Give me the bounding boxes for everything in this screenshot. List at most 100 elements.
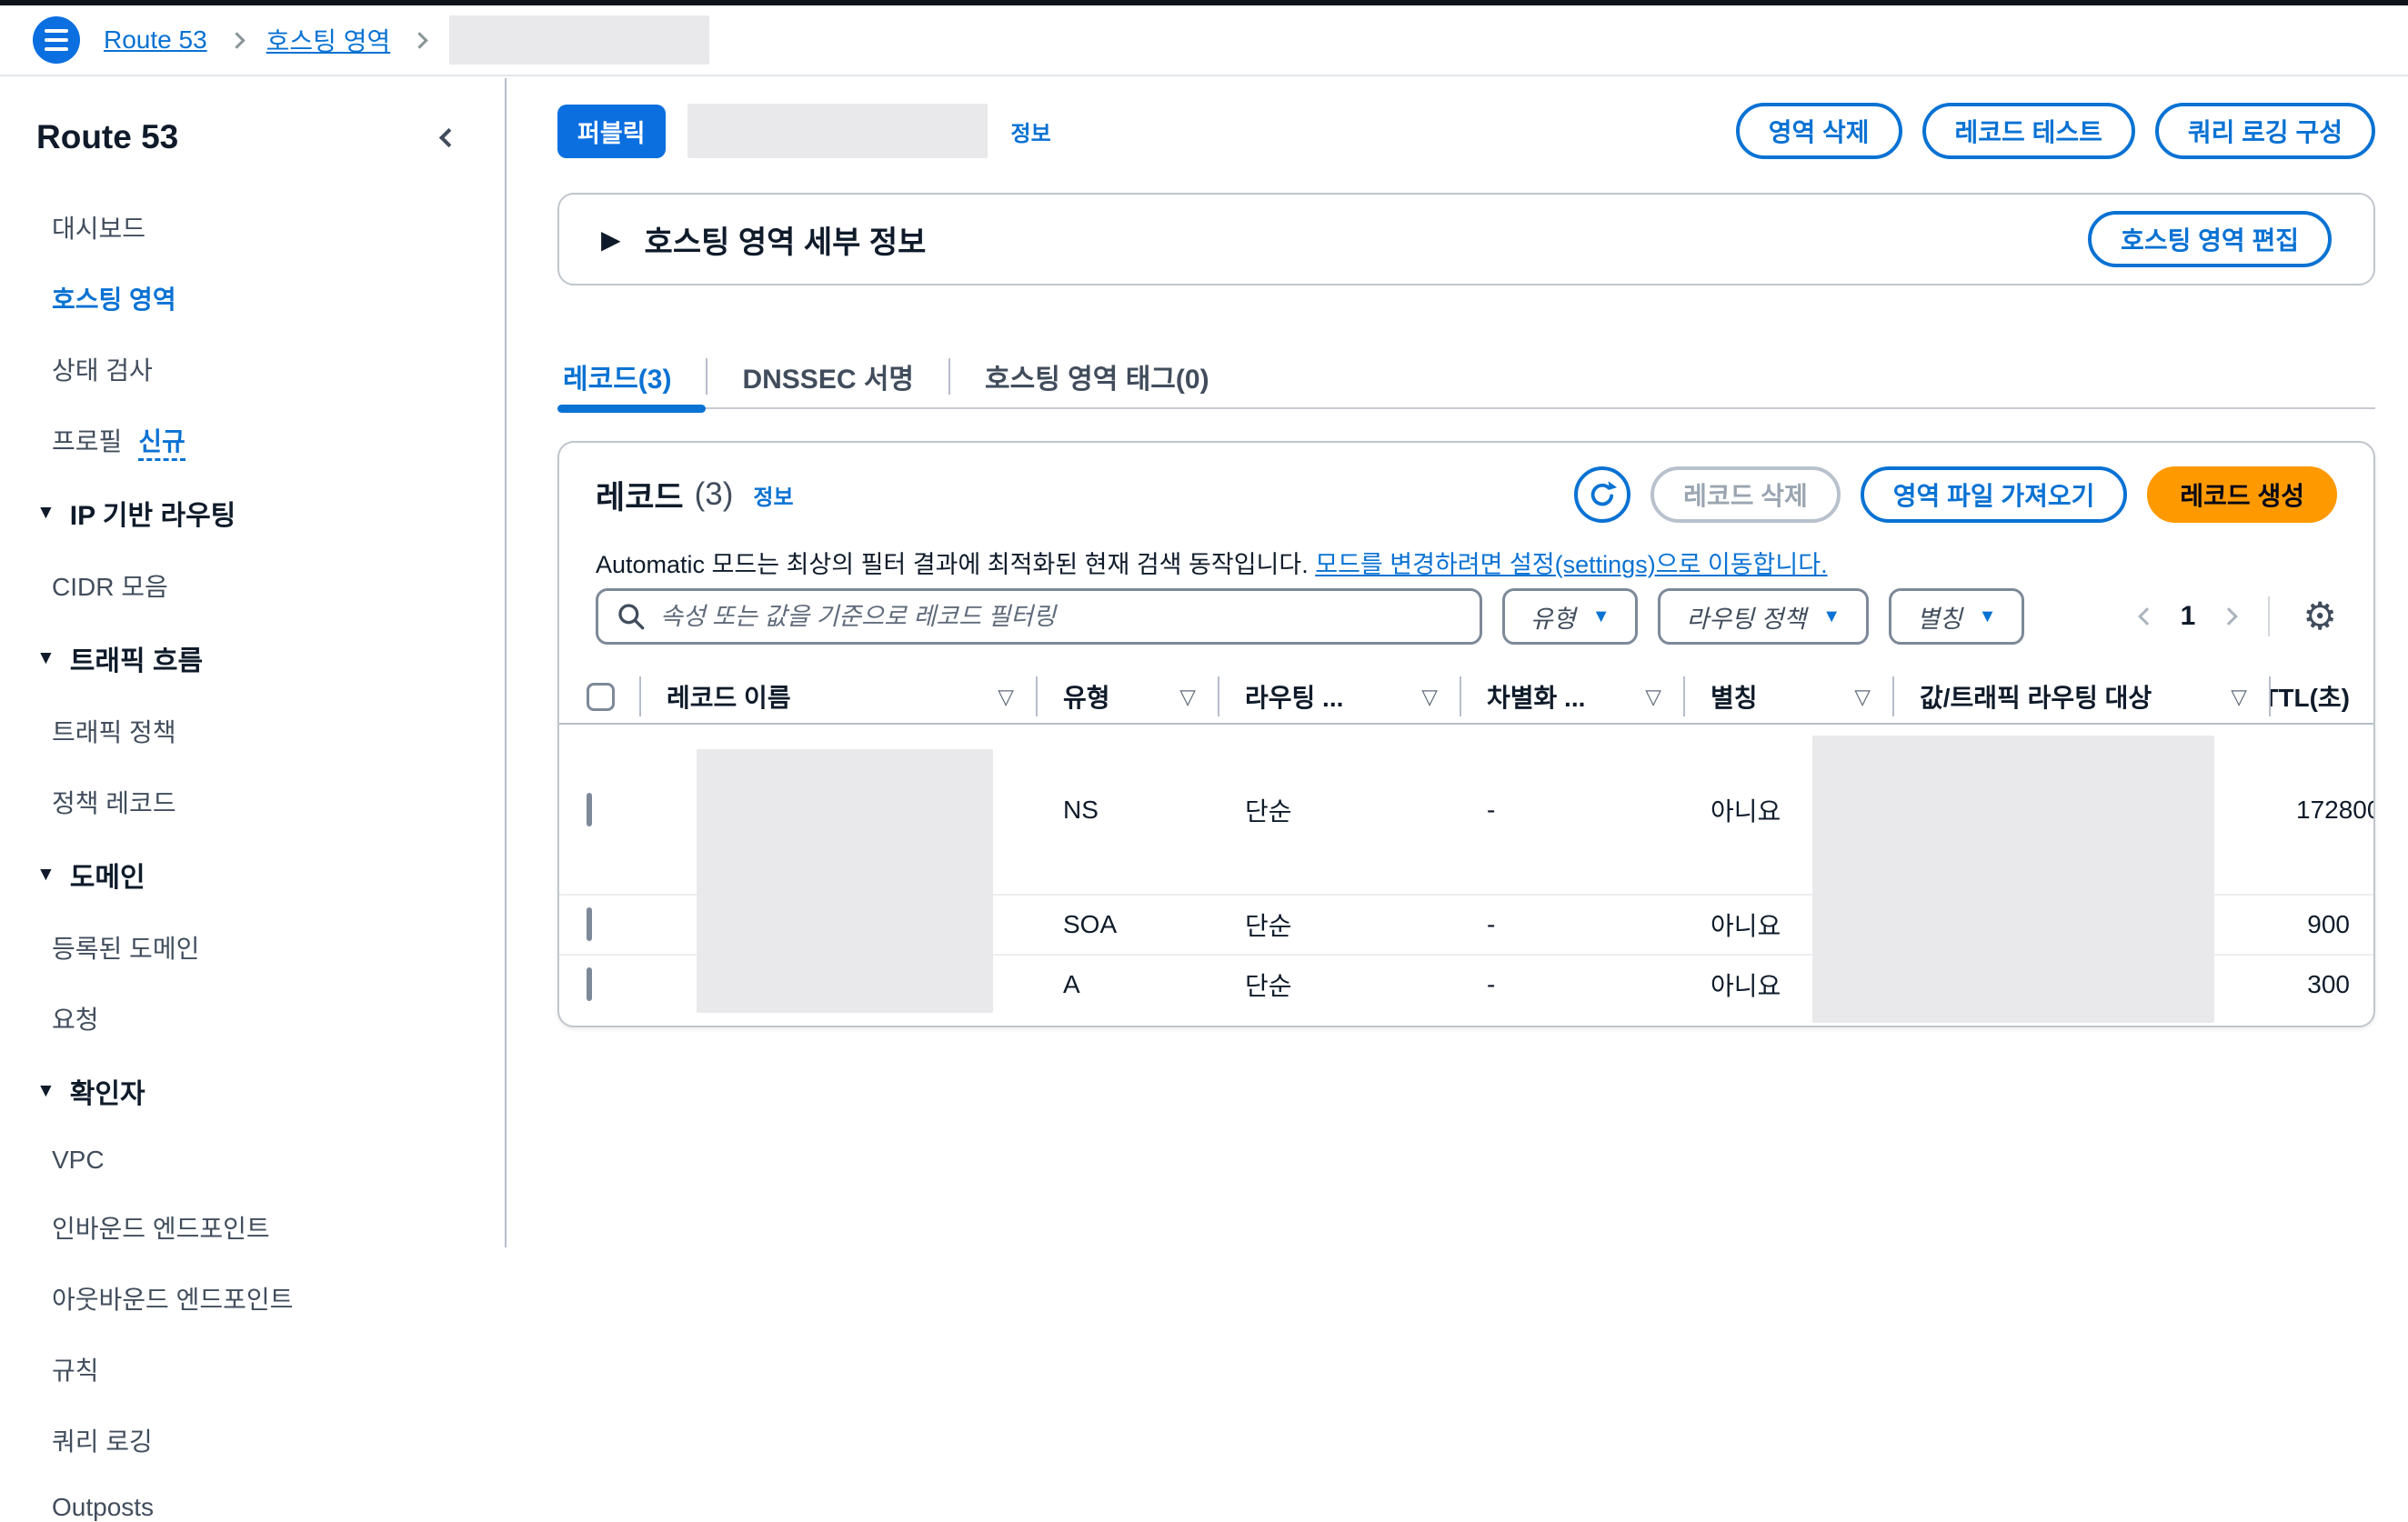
page-number[interactable]: 1 <box>2181 601 2196 632</box>
record-names-redacted <box>697 749 993 1013</box>
column-label: 유형 <box>1063 678 1110 715</box>
sidebar-item-traffic-policies[interactable]: 트래픽 정책 <box>36 713 468 749</box>
new-badge[interactable]: 신규 <box>138 427 186 461</box>
tab-zone-tags[interactable]: 호스팅 영역 태그(0) <box>950 344 1244 409</box>
sort-icon[interactable]: ▽ <box>2231 685 2247 709</box>
sidebar-section-resolver[interactable]: ▼ 확인자 <box>36 1071 468 1111</box>
column-header-differentiator[interactable]: 차별화 ... ▽ <box>1460 668 1683 725</box>
settings-link[interactable]: 모드를 변경하려면 설정(settings)으로 이동합니다. <box>1315 551 1827 578</box>
next-page-icon[interactable] <box>2220 607 2238 626</box>
edit-hosted-zone-button[interactable]: 호스팅 영역 편집 <box>2088 211 2332 267</box>
table-header: 레코드 이름 ▽ 유형 ▽ 라우팅 ... ▽ 차별화 ... ▽ 별칭 <box>559 668 2373 725</box>
record-filter-search[interactable] <box>596 588 1482 645</box>
records-info-link[interactable]: 정보 <box>753 479 793 511</box>
row-checkbox[interactable] <box>587 967 592 1001</box>
gear-icon[interactable]: ⚙ <box>2303 597 2337 636</box>
sidebar-item-outposts[interactable]: Outposts <box>36 1493 468 1522</box>
breadcrumb-route53-link[interactable]: Route 53 <box>104 25 207 55</box>
sort-icon[interactable]: ▽ <box>1421 685 1438 709</box>
pagination: 1 ⚙ <box>2141 596 2337 636</box>
search-icon <box>617 602 646 631</box>
column-divider <box>1218 676 1219 716</box>
sort-icon[interactable]: ▽ <box>1179 685 1196 709</box>
sidebar-item-dashboard[interactable]: 대시보드 <box>36 209 468 245</box>
import-zone-file-button[interactable]: 영역 파일 가져오기 <box>1861 466 2128 523</box>
record-values-redacted <box>1812 736 2214 1023</box>
tab-dnssec[interactable]: DNSSEC 서명 <box>707 344 948 409</box>
column-header-record-name[interactable]: 레코드 이름 ▽ <box>639 668 1036 725</box>
test-record-button[interactable]: 레코드 테스트 <box>1922 103 2135 159</box>
breadcrumb-hosted-zones-link[interactable]: 호스팅 영역 <box>266 22 391 58</box>
row-checkbox[interactable] <box>587 907 592 941</box>
select-all-cell <box>559 683 639 711</box>
sort-icon[interactable]: ▽ <box>1854 685 1871 709</box>
sidebar-item-query-logging[interactable]: 쿼리 로깅 <box>36 1422 468 1458</box>
sidebar-section-label: IP 기반 라우팅 <box>70 493 236 533</box>
dropdown-label: 별칭 <box>1917 599 1962 635</box>
main-content: 퍼블릭 정보 영역 삭제 레코드 테스트 쿼리 로깅 구성 ▶ 호스팅 영역 세… <box>507 78 2408 1247</box>
sidebar: Route 53 대시보드 호스팅 영역 상태 검사 프로필신규 ▼ IP 기반… <box>0 78 507 1247</box>
sort-icon[interactable]: ▽ <box>1645 685 1661 709</box>
routing-policy-filter-dropdown[interactable]: 라우팅 정책 ▼ <box>1658 588 1869 645</box>
section-caret-icon: ▼ <box>36 864 55 886</box>
sidebar-section-domains[interactable]: ▼ 도메인 <box>36 855 468 895</box>
sidebar-item-registered-domains[interactable]: 등록된 도메인 <box>36 929 468 966</box>
zone-info-link[interactable]: 정보 <box>1011 115 1051 147</box>
column-header-value[interactable]: 값/트래픽 라우팅 대상 ▽ <box>1892 668 2269 725</box>
sidebar-item-vpc[interactable]: VPC <box>36 1146 468 1175</box>
pager-divider <box>2268 596 2270 636</box>
column-header-type[interactable]: 유형 ▽ <box>1036 668 1218 725</box>
refresh-icon <box>1587 479 1618 510</box>
sidebar-section-ip-routing[interactable]: ▼ IP 기반 라우팅 <box>36 493 468 533</box>
alias-filter-dropdown[interactable]: 별칭 ▼ <box>1889 588 2024 645</box>
configure-query-logging-button[interactable]: 쿼리 로깅 구성 <box>2155 103 2375 159</box>
sidebar-item-profiles[interactable]: 프로필신규 <box>36 422 468 458</box>
tab-records[interactable]: 레코드(3) <box>557 344 706 409</box>
details-section-title: 호스팅 영역 세부 정보 <box>645 217 927 262</box>
delete-zone-button[interactable]: 영역 삭제 <box>1736 103 1902 159</box>
select-all-checkbox[interactable] <box>587 683 615 711</box>
column-divider <box>2269 676 2271 716</box>
cell-differentiator: - <box>1460 910 1683 939</box>
sidebar-item-hosted-zones[interactable]: 호스팅 영역 <box>36 280 468 316</box>
refresh-button[interactable] <box>1574 466 1630 523</box>
column-divider <box>1460 676 1461 716</box>
tab-label: 레코드(3) <box>563 356 671 396</box>
sidebar-item-cidr-collections[interactable]: CIDR 모음 <box>36 567 468 604</box>
chevron-down-icon: ▼ <box>1822 606 1841 627</box>
tab-label: 호스팅 영역 태그(0) <box>985 356 1209 396</box>
row-checkbox[interactable] <box>587 793 592 826</box>
zone-header: 퍼블릭 정보 영역 삭제 레코드 테스트 쿼리 로깅 구성 <box>557 102 2375 160</box>
zone-name-redacted <box>687 104 988 158</box>
previous-page-icon[interactable] <box>2138 607 2156 626</box>
records-description: Automatic 모드는 최상의 필터 결과에 최적화된 현재 검색 동작입니… <box>596 545 1828 580</box>
delete-record-button[interactable]: 레코드 삭제 <box>1650 466 1841 523</box>
sidebar-item-health-checks[interactable]: 상태 검사 <box>36 351 468 387</box>
cell-type: SOA <box>1036 910 1218 939</box>
create-record-button[interactable]: 레코드 생성 <box>2147 466 2337 523</box>
column-label: 라우팅 ... <box>1245 678 1343 715</box>
column-divider <box>1892 676 1894 716</box>
section-caret-icon: ▼ <box>36 647 55 669</box>
column-label: 레코드 이름 <box>667 678 791 715</box>
column-label: 값/트래픽 라우팅 대상 <box>1920 678 2152 715</box>
record-filter-input[interactable] <box>660 603 1461 631</box>
column-label: 별칭 <box>1711 678 1758 715</box>
sidebar-collapse-icon[interactable] <box>439 127 458 146</box>
column-header-routing[interactable]: 라우팅 ... ▽ <box>1218 668 1460 725</box>
column-header-alias[interactable]: 별칭 ▽ <box>1683 668 1892 725</box>
hamburger-menu-icon[interactable] <box>33 16 80 64</box>
sidebar-item-inbound-endpoints[interactable]: 인바운드 엔드포인트 <box>36 1209 468 1246</box>
sidebar-section-traffic-flow[interactable]: ▼ 트래픽 흐름 <box>36 638 468 678</box>
column-divider <box>1036 676 1038 716</box>
sidebar-item-rules[interactable]: 규칙 <box>36 1351 468 1387</box>
cell-type: A <box>1036 970 1218 999</box>
sidebar-item-requests[interactable]: 요청 <box>36 1000 468 1036</box>
type-filter-dropdown[interactable]: 유형 ▼ <box>1502 588 1638 645</box>
expander-caret-icon[interactable]: ▶ <box>601 225 621 255</box>
sidebar-item-policy-records[interactable]: 정책 레코드 <box>36 784 468 820</box>
tabs: 레코드(3) DNSSEC 서명 호스팅 영역 태그(0) <box>557 344 2375 409</box>
column-header-ttl[interactable]: TTL(초) <box>2269 668 2373 725</box>
sort-icon[interactable]: ▽ <box>998 685 1014 709</box>
sidebar-item-outbound-endpoints[interactable]: 아웃바운드 엔드포인트 <box>36 1280 468 1317</box>
